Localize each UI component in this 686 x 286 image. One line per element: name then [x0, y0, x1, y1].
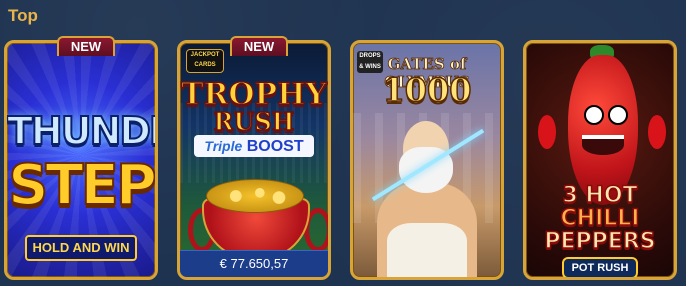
small-pepper-icon — [648, 115, 666, 149]
game-title-line1: 3 HOT — [562, 182, 639, 209]
game-title-line2: STEP — [7, 152, 155, 219]
gold-coins-art — [206, 179, 304, 213]
new-badge: NEW — [57, 36, 115, 56]
pepper-eye-icon — [584, 105, 604, 125]
game-title-boost: Triple BOOST — [194, 135, 314, 157]
game-title-line2: 1000 — [382, 70, 473, 110]
game-card-gates-of-olympus[interactable]: DROPS & WINS GATES of OLYMPUS 1000 — [350, 40, 504, 280]
zeus-cloth-art — [387, 223, 467, 277]
small-pepper-icon — [538, 115, 556, 149]
section-title: Top — [8, 6, 38, 25]
game-title-line2: RUSH — [213, 106, 295, 137]
game-title-line1: THUNDER — [7, 108, 155, 154]
pepper-mouth-art — [582, 135, 624, 155]
provider-logo: JACKPOT CARDS — [186, 49, 224, 73]
jackpot-amount: € 77.650,57 — [180, 250, 328, 277]
game-title-line2: CHILLI — [560, 205, 640, 232]
game-title-boost-word: BOOST — [246, 138, 304, 155]
new-badge: NEW — [230, 36, 288, 56]
game-card-thunder-step[interactable]: THUNDER STEP HOLD AND WIN — [4, 40, 158, 280]
game-card-trophy-rush[interactable]: JACKPOT CARDS TROPHY RUSH Triple BOOST €… — [177, 40, 331, 280]
game-tagline: HOLD AND WIN — [25, 235, 137, 261]
game-title-line3: PEPPERS — [544, 228, 657, 255]
game-title-triple: Triple — [204, 138, 243, 154]
pepper-eye-icon — [608, 105, 628, 125]
game-card-3-hot-chilli-peppers[interactable]: 3 HOT CHILLI PEPPERS POT RUSH — [523, 40, 677, 280]
game-tagline: POT RUSH — [562, 257, 638, 277]
